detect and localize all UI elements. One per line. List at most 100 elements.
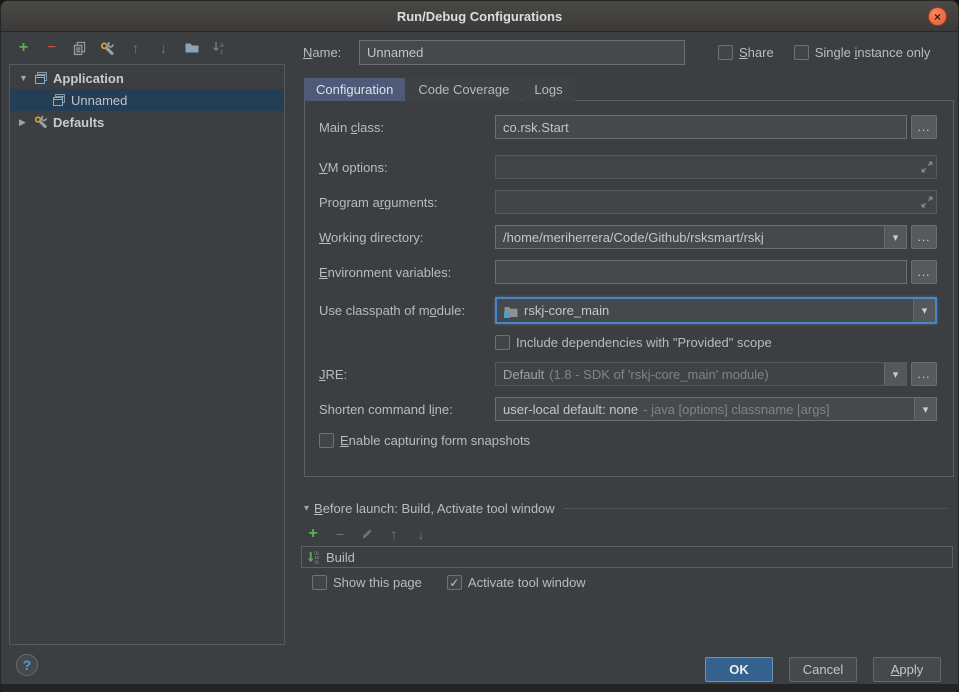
name-input[interactable] — [359, 40, 685, 65]
environment-variables-label: Environment variables: — [319, 265, 495, 280]
share-checkbox-group[interactable]: Share — [718, 45, 774, 60]
copy-icon — [72, 41, 87, 56]
up-arrow-icon: ↑ — [391, 526, 398, 542]
show-this-page-label: Show this page — [333, 575, 422, 590]
dropdown-arrow-icon[interactable]: ▾ — [914, 398, 936, 420]
tab-code-coverage[interactable]: Code Coverage — [406, 78, 521, 101]
tree-item-unnamed[interactable]: Unnamed — [10, 89, 284, 111]
pencil-icon — [360, 527, 374, 541]
dropdown-arrow-icon[interactable]: ▾ — [884, 226, 906, 248]
jre-combobox[interactable]: Default(1.8 - SDK of 'rskj-core_main' mo… — [495, 362, 907, 386]
shorten-command-line-row: Shorten command line: user-local default… — [319, 397, 937, 421]
program-arguments-input[interactable] — [495, 190, 937, 214]
svg-text:01: 01 — [314, 559, 319, 564]
working-directory-browse-button[interactable]: ... — [911, 225, 937, 249]
tab-configuration[interactable]: Configuration — [304, 78, 405, 101]
vm-options-label: VM options: — [319, 160, 495, 175]
remove-configuration-button[interactable]: − — [43, 39, 60, 57]
jre-browse-button[interactable]: ... — [911, 362, 937, 386]
cancel-button[interactable]: Cancel — [789, 657, 857, 682]
dropdown-arrow-icon[interactable]: ▾ — [884, 363, 906, 385]
show-this-page-checkbox-group[interactable]: Show this page — [312, 575, 422, 590]
jre-value: Default — [503, 367, 544, 382]
sort-az-icon: az — [212, 40, 228, 56]
add-configuration-button[interactable]: + — [15, 39, 32, 57]
name-label: Name: — [303, 45, 351, 60]
single-instance-checkbox[interactable] — [794, 45, 809, 60]
help-button[interactable]: ? — [16, 654, 38, 676]
tree-group-label: Defaults — [53, 115, 104, 130]
vm-options-input[interactable] — [495, 155, 937, 179]
expand-field-icon[interactable] — [920, 195, 934, 212]
defaults-wrench-icon — [33, 114, 49, 130]
configurations-tree: ▼ Application Unnamed ▶ Defaults — [9, 64, 285, 645]
activate-tool-window-checkbox[interactable]: ✓ — [447, 575, 462, 590]
capture-snapshots-row: Enable capturing form snapshots — [319, 433, 937, 448]
share-checkbox[interactable] — [718, 45, 733, 60]
edit-defaults-button[interactable] — [99, 39, 116, 57]
remove-task-button[interactable]: − — [333, 525, 347, 543]
close-icon: × — [934, 11, 941, 23]
chevron-right-icon[interactable]: ▶ — [19, 117, 33, 128]
svg-text:a: a — [220, 42, 224, 49]
module-combobox[interactable]: rskj-core_main ▾ — [495, 297, 937, 324]
shorten-value-hint: - java [options] classname [args] — [643, 402, 829, 417]
wrench-gear-icon — [99, 40, 116, 57]
working-directory-combobox[interactable]: /home/meriherrera/Code/Github/rsksmart/r… — [495, 225, 907, 249]
sort-configurations-button[interactable]: az — [211, 39, 228, 57]
check-icon: ✓ — [449, 577, 459, 589]
share-label: Share — [739, 45, 774, 60]
main-class-browse-button[interactable]: ... — [911, 115, 937, 139]
expand-field-icon[interactable] — [920, 160, 934, 177]
module-icon — [503, 303, 519, 319]
application-icon — [51, 92, 67, 108]
dialog-content: + − ↑ ↓ az ▼ Application — [1, 32, 958, 691]
before-launch-header: ▾ Before launch: Build, Activate tool wi… — [304, 501, 947, 516]
task-row-build[interactable]: 011001 Build — [302, 547, 952, 567]
capture-snapshots-checkbox-group[interactable]: Enable capturing form snapshots — [319, 433, 530, 448]
create-folder-button[interactable] — [183, 39, 200, 57]
main-class-label: Main class: — [319, 120, 495, 135]
add-task-button[interactable]: + — [306, 525, 320, 543]
module-row: Use classpath of module: rskj-core_main … — [319, 297, 937, 324]
copy-configuration-button[interactable] — [71, 39, 88, 57]
move-task-up-button[interactable]: ↑ — [387, 525, 401, 543]
main-class-input[interactable] — [495, 115, 907, 139]
section-collapse-icon[interactable]: ▾ — [304, 503, 309, 514]
shorten-command-line-label: Shorten command line: — [319, 402, 495, 417]
up-arrow-icon: ↑ — [132, 40, 139, 56]
capture-snapshots-checkbox[interactable] — [319, 433, 334, 448]
application-icon — [33, 70, 49, 86]
tree-group-defaults[interactable]: ▶ Defaults — [10, 111, 284, 133]
include-provided-checkbox[interactable] — [495, 335, 510, 350]
ok-button[interactable]: OK — [705, 657, 773, 682]
move-up-button[interactable]: ↑ — [127, 39, 144, 57]
tree-group-application[interactable]: ▼ Application — [10, 67, 284, 89]
move-task-down-button[interactable]: ↓ — [414, 525, 428, 543]
titlebar[interactable]: Run/Debug Configurations × — [1, 1, 958, 32]
tab-logs[interactable]: Logs — [522, 78, 574, 101]
working-directory-value: /home/meriherrera/Code/Github/rsksmart/r… — [503, 230, 764, 245]
configuration-tab-panel: Main class: ... VM options: Program argu… — [304, 100, 954, 477]
apply-button[interactable]: Apply — [873, 657, 941, 682]
module-value: rskj-core_main — [524, 303, 609, 318]
dropdown-arrow-icon[interactable]: ▾ — [913, 299, 935, 322]
shorten-value: user-local default: none — [503, 402, 638, 417]
move-down-button[interactable]: ↓ — [155, 39, 172, 57]
environment-variables-input[interactable] — [495, 260, 907, 284]
before-launch-options: Show this page ✓ Activate tool window — [312, 575, 586, 590]
chevron-down-icon[interactable]: ▼ — [19, 73, 33, 83]
edit-task-button[interactable] — [360, 525, 374, 543]
environment-variables-browse-button[interactable]: ... — [911, 260, 937, 284]
show-this-page-checkbox[interactable] — [312, 575, 327, 590]
include-provided-row: Include dependencies with "Provided" sco… — [495, 335, 937, 350]
shorten-command-line-combobox[interactable]: user-local default: none - java [options]… — [495, 397, 937, 421]
close-button[interactable]: × — [928, 7, 947, 26]
before-launch-label[interactable]: Before launch: Build, Activate tool wind… — [314, 501, 555, 516]
single-instance-checkbox-group[interactable]: Single instance only — [794, 45, 931, 60]
activate-tool-window-checkbox-group[interactable]: ✓ Activate tool window — [447, 575, 586, 590]
program-arguments-row: Program arguments: — [319, 190, 937, 214]
down-arrow-icon: ↓ — [418, 526, 425, 542]
include-provided-checkbox-group[interactable]: Include dependencies with "Provided" sco… — [495, 335, 772, 350]
down-arrow-icon: ↓ — [160, 40, 167, 56]
